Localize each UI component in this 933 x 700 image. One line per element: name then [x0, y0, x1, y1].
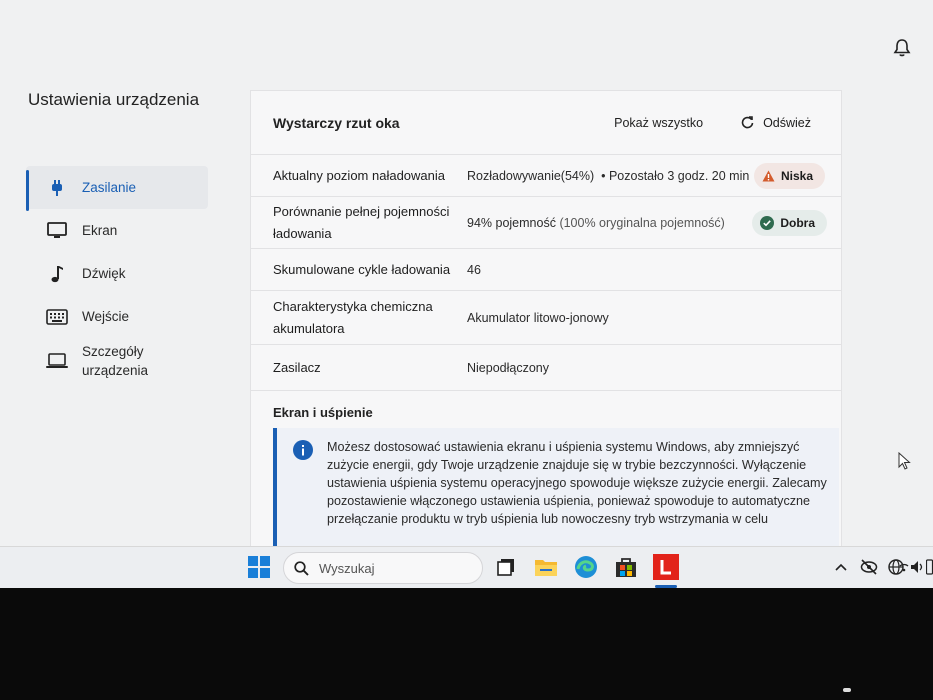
monitor-icon	[46, 220, 68, 242]
row-value: 46	[467, 262, 481, 277]
active-app-indicator	[655, 585, 677, 588]
adapter-row: Zasilacz Niepodłączony	[251, 345, 841, 391]
info-icon	[293, 440, 313, 460]
sidebar-item-device-details[interactable]: Szczegóły urządzenia	[26, 338, 208, 384]
laptop-icon	[46, 350, 68, 372]
taskbar: Wyszukaj	[0, 546, 933, 588]
edge-icon[interactable]	[572, 553, 600, 581]
info-text: Możesz dostosować ustawienia ekranu i uś…	[327, 440, 827, 526]
time-remaining: • Pozostało 3 godz. 20 min	[601, 168, 750, 183]
original-capacity: (100% oryginalna pojemność)	[559, 215, 725, 230]
screen: Ustawienia urządzenia Zasilanie Ekran Dź…	[0, 0, 933, 588]
status-badge-low: Niska	[753, 162, 825, 189]
eye-off-icon[interactable]	[860, 559, 878, 575]
volume-icon[interactable]	[910, 559, 924, 575]
sidebar-nav: Zasilanie Ekran Dźwięk Wejście Szczegóły…	[26, 166, 208, 384]
status-badge-good: Dobra	[752, 209, 827, 236]
battery-icon[interactable]	[926, 559, 933, 575]
check-circle-icon	[760, 215, 775, 230]
row-value: Akumulator litowo-jonowy	[467, 310, 609, 325]
row-label: Porównanie pełnej pojemności ładowania	[273, 203, 450, 241]
wifi-icon[interactable]	[899, 561, 909, 573]
music-note-icon	[46, 263, 68, 285]
panel-title: Wystarczy rzut oka	[273, 114, 400, 131]
search-placeholder: Wyszukaj	[319, 560, 375, 576]
badge-label: Niska	[780, 168, 813, 183]
row-label: Charakterystyka chemiczna akumulatora	[273, 298, 433, 336]
task-view-icon[interactable]	[492, 553, 520, 581]
store-icon[interactable]	[612, 553, 640, 581]
sidebar-item-label: Wejście	[82, 309, 130, 324]
keyboard-icon	[46, 306, 68, 328]
row-value: Niepodłączony	[467, 360, 549, 375]
taskbar-search[interactable]: Wyszukaj	[283, 552, 483, 584]
search-icon	[294, 560, 309, 576]
chevron-up-icon[interactable]	[834, 561, 848, 573]
refresh-label: Odśwież	[763, 115, 811, 130]
cycle-count-row: Skumulowane cykle ładowania 46	[251, 249, 841, 291]
sidebar-item-label: Dźwięk	[82, 266, 126, 281]
panel-header: Wystarczy rzut oka Pokaż wszystko Odświe…	[251, 91, 841, 155]
file-explorer-icon[interactable]	[532, 553, 560, 581]
show-all-link[interactable]: Pokaż wszystko	[614, 116, 703, 130]
sidebar-item-input[interactable]: Wejście	[26, 295, 208, 338]
row-label: Skumulowane cykle ładowania	[273, 261, 451, 277]
info-box: Możesz dostosować ustawienia ekranu i uś…	[273, 428, 839, 548]
bell-icon[interactable]	[892, 38, 912, 58]
sidebar-item-power[interactable]: Zasilanie	[26, 166, 208, 211]
capacity-row: Porównanie pełnej pojemności ładowania 9…	[251, 197, 841, 249]
sidebar-item-label: Szczegóły urządzenia	[82, 344, 149, 378]
sidebar-item-label: Ekran	[82, 223, 118, 238]
battery-status: Rozładowywanie(54%)	[467, 168, 595, 183]
mouse-cursor-icon	[898, 452, 911, 470]
app-title: Ustawienia urządzenia	[28, 90, 200, 109]
overview-panel: Wystarczy rzut oka Pokaż wszystko Odświe…	[250, 90, 842, 560]
camera-light	[843, 688, 851, 692]
warning-icon	[762, 170, 775, 181]
row-label: Aktualny poziom naładowania	[273, 167, 445, 183]
battery-level-row: Aktualny poziom naładowania Rozładowywan…	[251, 155, 841, 197]
windows-start-icon[interactable]	[245, 553, 273, 581]
chemistry-row: Charakterystyka chemiczna akumulatora Ak…	[251, 291, 841, 345]
refresh-button[interactable]: Odśwież	[741, 116, 811, 130]
refresh-icon	[741, 116, 754, 129]
row-label: Zasilacz	[273, 359, 321, 375]
sidebar-item-display[interactable]: Ekran	[26, 209, 208, 252]
plug-icon	[46, 177, 68, 199]
sidebar-item-label: Zasilanie	[82, 180, 137, 195]
section-title: Ekran i uśpienie	[273, 405, 373, 420]
lenovo-vantage-icon[interactable]	[651, 552, 681, 582]
badge-label: Dobra	[780, 215, 815, 230]
sidebar-item-sound[interactable]: Dźwięk	[26, 252, 208, 295]
capacity-value: 94% pojemność	[467, 215, 556, 230]
